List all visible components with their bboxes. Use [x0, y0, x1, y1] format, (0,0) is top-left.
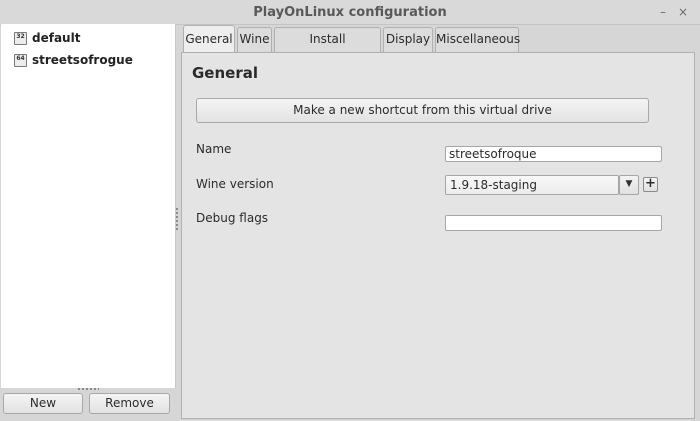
tab-display[interactable]: Display: [383, 27, 433, 52]
drive-64bit-icon: 64: [14, 53, 27, 67]
debug-flags-field[interactable]: [445, 215, 662, 231]
list-item[interactable]: 32 default: [14, 30, 80, 46]
tab-wine[interactable]: Wine: [237, 27, 272, 52]
drive-name: streetsofrogue: [32, 53, 133, 67]
tab-general[interactable]: General: [183, 25, 235, 53]
name-field[interactable]: streetsofroque: [445, 146, 662, 162]
vertical-splitter-handle[interactable]: [176, 208, 178, 230]
drive-name: default: [32, 31, 81, 45]
minimize-icon[interactable]: –: [655, 4, 671, 20]
debug-flags-label: Debug flags: [196, 211, 269, 225]
page-title: General: [192, 64, 258, 82]
drive-32bit-icon: 32: [14, 31, 27, 45]
new-button[interactable]: New: [3, 393, 83, 414]
wine-version-select[interactable]: 1.9.18-staging: [445, 175, 619, 195]
name-label: Name: [196, 142, 232, 156]
new-shortcut-button[interactable]: Make a new shortcut from this virtual dr…: [196, 98, 649, 123]
general-panel: General Make a new shortcut from this vi…: [181, 52, 695, 419]
window-titlebar: PlayOnLinux configuration – ×: [0, 0, 700, 25]
remove-button[interactable]: Remove: [89, 393, 170, 414]
virtual-drive-list[interactable]: 32 default 64 streetsofrogue: [1, 24, 176, 388]
tab-miscellaneous[interactable]: Miscellaneous: [435, 27, 520, 52]
close-icon[interactable]: ×: [675, 4, 691, 20]
list-item[interactable]: 64 streetsofrogue: [14, 52, 133, 68]
add-wine-version-icon[interactable]: +: [643, 177, 658, 192]
window-title: PlayOnLinux configuration: [253, 5, 447, 20]
chevron-down-icon[interactable]: ▼: [619, 175, 639, 195]
panel-header: General: [182, 53, 694, 83]
horizontal-splitter-handle[interactable]: [78, 388, 99, 390]
tab-install-components[interactable]: Install components: [274, 27, 381, 69]
wine-version-label: Wine version: [196, 177, 274, 191]
